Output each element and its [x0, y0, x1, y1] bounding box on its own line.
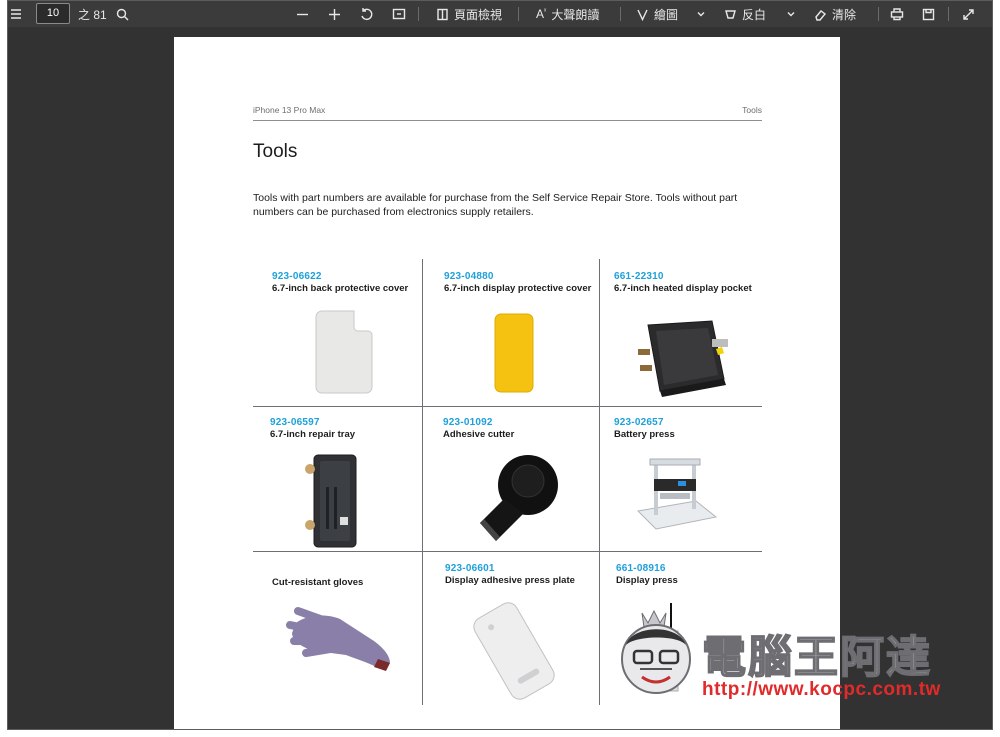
tool-cell: 661-22310 6.7-inch heated display pocket	[614, 271, 754, 295]
draw-options-button[interactable]	[696, 5, 706, 23]
intro-paragraph: Tools with part numbers are available fo…	[253, 192, 738, 218]
eraser-icon	[815, 9, 827, 21]
chevron-down-icon	[697, 12, 705, 17]
page-number-input[interactable]: 10	[36, 3, 70, 24]
grid-divider	[253, 551, 762, 552]
heated-display-pocket-image	[638, 320, 728, 397]
save-button[interactable]	[922, 5, 935, 23]
part-number: 923-06601	[445, 563, 495, 574]
watermark-text: 電腦王阿達	[701, 632, 932, 683]
toolbar-divider	[518, 7, 519, 21]
draw-label: 繪圖	[654, 7, 679, 22]
running-header-right: Tools	[742, 105, 762, 115]
mascot-logo-icon	[621, 609, 691, 694]
cut-resistant-gloves-image	[286, 607, 390, 671]
tool-cell: 923-04880 6.7-inch display protective co…	[444, 271, 594, 295]
erase-label: 清除	[832, 7, 857, 22]
fit-page-icon	[392, 8, 406, 20]
adhesive-cutter-image	[480, 455, 558, 541]
repair-tray-image	[305, 454, 357, 548]
save-icon	[922, 8, 935, 20]
highlight-button[interactable]: 反白	[724, 5, 766, 23]
toolbar-divider	[948, 7, 949, 21]
back-protective-cover-image	[315, 310, 373, 394]
read-aloud-button[interactable]: Aˣ 大聲朗讀	[536, 5, 599, 23]
tool-cell: 923-02657 Battery press	[614, 417, 754, 441]
tool-cell: 923-06622 6.7-inch back protective cover	[272, 271, 412, 295]
tool-name: 6.7-inch display protective cover	[444, 283, 592, 294]
minus-icon	[297, 13, 308, 15]
part-number: 923-02657	[614, 417, 664, 428]
highlight-icon	[725, 9, 736, 19]
chevron-down-icon	[787, 12, 795, 17]
zoom-in-button[interactable]	[328, 5, 341, 23]
part-number: 923-06597	[270, 417, 320, 428]
print-icon	[890, 8, 904, 21]
tool-cell: 661-08916 Display press	[616, 563, 756, 587]
watermark-url: http://www.kocpc.com.tw	[702, 679, 941, 700]
part-number: 923-04880	[444, 271, 494, 282]
tool-name: Cut-resistant gloves	[272, 577, 364, 588]
pdf-viewer-window: 10 之 81 頁面檢視 Aˣ 大聲朗讀 繪圖 反白 清除 iPhone 13 …	[7, 0, 993, 730]
zoom-out-button[interactable]	[296, 5, 309, 23]
battery-press-image	[636, 458, 718, 530]
menu-button[interactable]	[10, 5, 22, 23]
read-aloud-label: 大聲朗讀	[551, 7, 600, 22]
fit-page-button[interactable]	[392, 5, 406, 23]
part-number: 923-01092	[443, 417, 493, 428]
site-watermark: 電腦王阿達 http://www.kocpc.com.tw	[606, 601, 966, 711]
grid-divider	[599, 259, 600, 705]
tool-cell: 923-06601 Display adhesive press plate	[445, 563, 595, 587]
print-button[interactable]	[890, 5, 904, 23]
tool-name: Display adhesive press plate	[445, 575, 575, 586]
part-number: 661-22310	[614, 271, 664, 282]
expand-icon	[963, 8, 974, 20]
tool-cell: 923-06597 6.7-inch repair tray	[270, 417, 420, 441]
grid-divider	[253, 406, 762, 407]
tool-cell: 923-01092 Adhesive cutter	[443, 417, 593, 441]
tool-name: Display press	[616, 575, 678, 586]
page-title: Tools	[253, 141, 298, 162]
rotate-icon	[361, 8, 373, 21]
running-header-left: iPhone 13 Pro Max	[253, 105, 326, 115]
tool-name: 6.7-inch repair tray	[270, 429, 356, 440]
plus-icon	[329, 8, 340, 20]
part-number: 661-08916	[616, 563, 666, 574]
read-aloud-icon: Aˣ	[536, 7, 547, 21]
part-number: 923-06622	[272, 271, 322, 282]
fullscreen-button[interactable]	[962, 5, 975, 23]
tool-name: Battery press	[614, 429, 675, 440]
grid-divider	[422, 259, 423, 705]
page-view-button[interactable]: 頁面檢視	[436, 5, 502, 23]
toolbar-divider	[878, 7, 879, 21]
tool-name: 6.7-inch heated display pocket	[614, 283, 752, 294]
draw-icon	[637, 9, 648, 21]
hamburger-icon	[11, 9, 21, 19]
display-adhesive-press-plate-image	[473, 602, 555, 700]
viewer-toolbar: 10 之 81 頁面檢視 Aˣ 大聲朗讀 繪圖 反白 清除	[8, 1, 992, 27]
search-button[interactable]	[116, 5, 129, 23]
page-total: 之 81	[78, 7, 107, 22]
tool-name: Adhesive cutter	[443, 429, 515, 440]
highlight-label: 反白	[742, 7, 767, 22]
search-icon	[116, 8, 129, 20]
header-rule	[253, 120, 762, 121]
toolbar-divider	[418, 7, 419, 21]
page-view-icon	[437, 8, 448, 20]
display-protective-cover-image	[494, 313, 534, 393]
draw-button[interactable]: 繪圖	[636, 5, 678, 23]
tool-cell: Cut-resistant gloves	[272, 576, 412, 589]
rotate-button[interactable]	[360, 5, 374, 23]
page-view-label: 頁面檢視	[454, 7, 503, 22]
highlight-options-button[interactable]	[786, 5, 796, 23]
toolbar-divider	[620, 7, 621, 21]
erase-button[interactable]: 清除	[814, 5, 856, 23]
tool-name: 6.7-inch back protective cover	[272, 283, 409, 294]
